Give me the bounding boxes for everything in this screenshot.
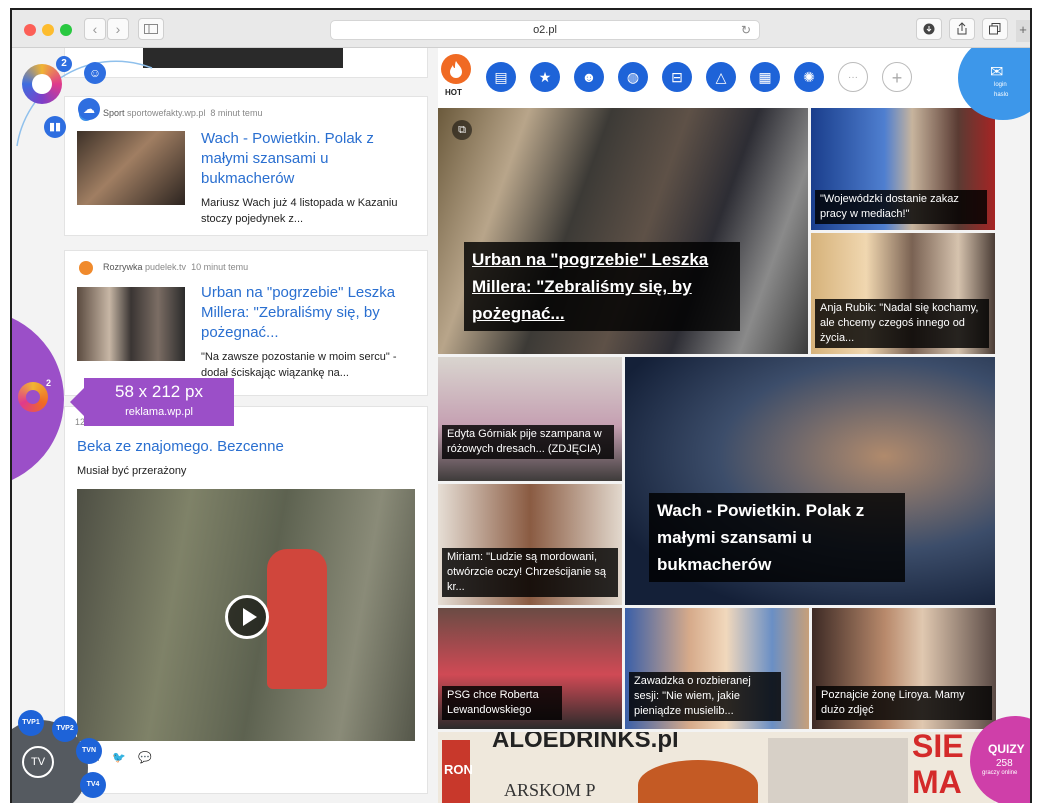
share-row: f 🐦 💬	[97, 751, 152, 764]
tv-icon: TV	[22, 746, 54, 778]
quiz-count: 258	[996, 758, 1013, 769]
previous-card-image	[143, 48, 343, 68]
tabs-icon[interactable]	[982, 18, 1008, 40]
card-lead: Musiał być przerażony	[77, 465, 187, 477]
tile-caption: Poznajcie żonę Liroya. Mamy dużo zdjęć	[816, 686, 992, 720]
cart-icon[interactable]: ⊟	[662, 62, 692, 92]
back-button[interactable]: ‹	[84, 18, 106, 40]
page-viewport: Sport sportowefakty.wp.pl 8 minut temu W…	[12, 48, 1030, 803]
more-icon[interactable]: ···	[838, 62, 868, 92]
advertisement-banner[interactable]: RON ALOEDRINKS.pl ARSKOM P SIE MA	[438, 732, 995, 803]
twitter-icon[interactable]: 🐦	[112, 752, 126, 764]
feed-card-video[interactable]: 12 Beka ze znajomego. Bezcenne Musiał by…	[64, 406, 428, 794]
add-category-icon[interactable]: +	[882, 62, 912, 92]
channel-tvn[interactable]: TVN	[76, 738, 102, 764]
mail-icon: ✉	[990, 64, 1004, 81]
banner-text-ma: MA	[912, 764, 962, 800]
sidebar-toggle-icon[interactable]	[138, 18, 164, 40]
url-text: o2.pl	[533, 24, 557, 36]
banner-hair-shape	[638, 760, 758, 803]
ad-size-tooltip: 58 x 212 px reklama.wp.pl	[70, 378, 234, 426]
tile-gorniak[interactable]: Edyta Górniak pije szampana w różowych d…	[438, 357, 622, 481]
channel-tvp2[interactable]: TVP2	[52, 716, 78, 742]
hanger-icon[interactable]: △	[706, 62, 736, 92]
video-person-shape	[267, 549, 327, 689]
card-headline[interactable]: Beka ze znajomego. Bezcenne	[77, 437, 407, 457]
password-label: haslo	[994, 92, 1009, 98]
card-meta: Rozrywka pudelek.tv 10 minut temu	[103, 262, 249, 272]
banner-text-arskom: ARSKOM P	[504, 780, 596, 800]
tile-caption: "Wojewódzki dostanie zakaz pracy w media…	[815, 190, 987, 224]
tile-caption: Zawadzka o rozbieranej sesji: "Nie wiem,…	[629, 672, 781, 721]
tile-caption: Anja Rubik: "Nadal się kochamy, ale chce…	[815, 299, 989, 348]
tile-zawadzka[interactable]: Zawadzka o rozbieranej sesji: "Nie wiem,…	[625, 608, 809, 729]
quiz-label: QUIZY	[988, 742, 1025, 756]
share-icon[interactable]	[949, 18, 975, 40]
quiz-sub: graczy online	[982, 770, 1018, 776]
tile-caption: Wach - Powietkin. Polak z małymi szansam…	[649, 493, 905, 582]
channel-tvp1[interactable]: TVP1	[18, 710, 44, 736]
card-headline[interactable]: Wach - Powietkin. Polak z małymi szansam…	[201, 129, 411, 189]
address-bar[interactable]: o2.pl ↻	[330, 20, 760, 40]
play-icon[interactable]	[225, 595, 269, 639]
category-icon-bar: HOT ▤ ★ ☻ ◍ ⊟ △ ▦ ✺ ··· +	[438, 48, 1030, 108]
comment-icon[interactable]: 💬	[138, 752, 152, 764]
feed-card-urban[interactable]: Rozrywka pudelek.tv 10 minut temu Urban …	[64, 250, 428, 396]
video-player[interactable]	[77, 489, 415, 741]
card-lead: "Na zawsze pozostanie w moim sercu" - do…	[201, 351, 397, 379]
banner-text-aloe: ALOEDRINKS.pl	[492, 732, 679, 753]
tile-urban[interactable]: ⧉ Urban na "pogrzebie" Leszka Millera: "…	[438, 108, 808, 354]
login-label: login	[994, 82, 1007, 88]
tile-psg[interactable]: PSG chce Roberta Lewandowskiego	[438, 608, 622, 729]
o2-sup: 2	[46, 378, 52, 388]
o2-logo[interactable]	[22, 64, 62, 104]
browser-toolbar: ‹ › o2.pl ↻ +	[12, 10, 1030, 48]
tile-caption: PSG chce Roberta Lewandowskiego	[442, 686, 562, 720]
hot-label: HOT	[445, 88, 462, 97]
tile-rubik[interactable]: Anja Rubik: "Nadal się kochamy, ale chce…	[811, 233, 995, 354]
tile-caption: Miriam: "Ludzie są mordowani, otwórzcie …	[442, 548, 618, 597]
gear-icon[interactable]: ✺	[794, 62, 824, 92]
stats-icon[interactable]: ▮▮	[44, 116, 66, 138]
channel-tv4[interactable]: TV4	[80, 772, 106, 798]
rozrywka-category-icon	[79, 261, 93, 275]
banner-text-ron: RON	[444, 762, 473, 777]
tile-wojewodzki[interactable]: "Wojewódzki dostanie zakaz pracy w media…	[811, 108, 995, 230]
forward-button[interactable]: ›	[107, 18, 129, 40]
downloads-icon[interactable]	[916, 18, 942, 40]
urban-thumbnail[interactable]	[77, 287, 185, 361]
tile-caption: Edyta Górniak pije szampana w różowych d…	[442, 425, 614, 459]
news-icon[interactable]: ▤	[486, 62, 516, 92]
basketball-icon[interactable]: ◍	[618, 62, 648, 92]
close-window-button[interactable]	[24, 24, 36, 36]
banner-photo-block	[768, 738, 908, 803]
reload-icon[interactable]: ↻	[741, 21, 751, 39]
hot-fire-icon[interactable]	[441, 54, 471, 84]
card-lead: Mariusz Wach już 4 listopada w Kazaniu s…	[201, 197, 398, 225]
ad-source-label: reklama.wp.pl	[125, 406, 193, 418]
minimize-window-button[interactable]	[42, 24, 54, 36]
new-tab-button[interactable]: +	[1016, 20, 1030, 42]
film-icon[interactable]: ▦	[750, 62, 780, 92]
card-headline[interactable]: Urban na "pogrzebie" Leszka Millera: "Ze…	[201, 283, 411, 343]
weather-icon[interactable]: ☁	[78, 98, 100, 120]
tile-miriam[interactable]: Miriam: "Ludzie są mordowani, otwórzcie …	[438, 484, 622, 605]
notification-badge[interactable]: 2	[56, 56, 72, 72]
external-link-icon[interactable]: ⧉	[452, 120, 472, 140]
tile-caption: Urban na "pogrzebie" Leszka Millera: "Ze…	[464, 242, 740, 331]
zoom-window-button[interactable]	[60, 24, 72, 36]
tile-wach[interactable]: Wach - Powietkin. Polak z małymi szansam…	[625, 357, 995, 605]
o2-small-logo	[18, 382, 48, 412]
smile-icon[interactable]: ☻	[574, 62, 604, 92]
banner-text-sie: SIE	[912, 732, 964, 764]
tile-liroy[interactable]: Poznajcie żonę Liroya. Mamy dużo zdjęć	[812, 608, 996, 729]
ad-size-label: 58 x 212 px	[115, 382, 203, 401]
user-icon[interactable]: ☺	[84, 62, 106, 84]
news-grid: ⧉ Urban na "pogrzebie" Leszka Millera: "…	[438, 108, 1030, 803]
star-icon[interactable]: ★	[530, 62, 560, 92]
